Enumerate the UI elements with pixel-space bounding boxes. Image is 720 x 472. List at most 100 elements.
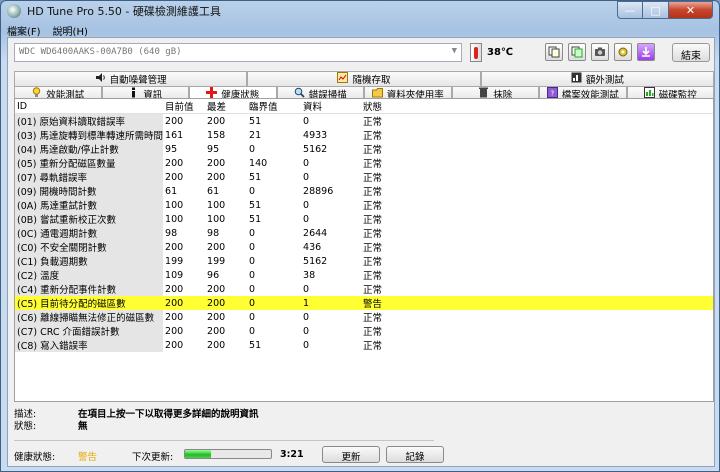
table-row[interactable]: (C0) 不安全關閉計數 200 200 0 436 正常	[15, 240, 713, 254]
cell-status: 正常	[363, 159, 383, 170]
cell-worst: 200	[207, 325, 226, 337]
copy-icon[interactable]	[545, 43, 563, 61]
cell-threshold: 51	[249, 213, 262, 225]
cell-id: (C4) 重新分配事件計數	[15, 282, 164, 296]
cell-status: 正常	[363, 327, 383, 338]
update-button[interactable]: 更新	[322, 446, 380, 463]
client-area: WDC WD6400AAKS-00A7B0 (640 gB) ▼ 38℃ 結束 …	[7, 37, 715, 467]
cell-data: 0	[303, 115, 310, 127]
cell-data: 0	[303, 325, 310, 337]
tab-random-access[interactable]: 隨機存取	[247, 71, 481, 86]
app-icon	[7, 4, 21, 18]
close-button[interactable]: ✕	[669, 1, 713, 19]
table-row[interactable]: (C8) 寫入錯誤率 200 200 51 0 正常	[15, 338, 713, 352]
table-row[interactable]: (C7) CRC 介面錯誤計數 200 200 0 0 正常	[15, 324, 713, 338]
title-bar[interactable]: HD Tune Pro 5.50 - 硬碟檢測維護工具 — □ ✕	[1, 1, 719, 21]
tab-row-top: 自動噪聲管理 隨機存取 額外測試	[14, 71, 714, 86]
cell-status: 正常	[363, 313, 383, 324]
table-row[interactable]: (0C) 通電週期計數 98 98 0 2644 正常	[15, 226, 713, 240]
app-window: HD Tune Pro 5.50 - 硬碟檢測維護工具 — □ ✕ 檔案(F) …	[0, 0, 720, 472]
col-status[interactable]: 狀態	[361, 99, 713, 114]
table-row[interactable]: (09) 開機時間計數 61 61 0 28896 正常	[15, 184, 713, 198]
cell-data: 0	[303, 171, 310, 183]
cell-worst: 200	[207, 171, 226, 183]
cell-id: (01) 原始資料讀取錯誤率	[15, 113, 164, 128]
update-progress-fill	[185, 450, 211, 458]
description-text: 在項目上按一下以取得更多詳細的說明資訊	[78, 409, 259, 420]
cell-status: 正常	[363, 257, 383, 268]
svg-text:?: ?	[550, 90, 554, 98]
cell-id: (03) 馬達旋轉到標準轉速所需時間	[15, 128, 164, 142]
menu-help[interactable]: 說明(H)	[53, 23, 88, 38]
table-row[interactable]: (C2) 溫度 109 96 0 38 正常	[15, 268, 713, 282]
cell-current: 200	[165, 283, 184, 295]
col-worst[interactable]: 最差	[205, 99, 248, 114]
smart-table: ID 目前值 最差 臨界值 資料 狀態 (01) 原始資料讀取錯誤率 200 200…	[15, 99, 713, 352]
cell-current: 61	[165, 185, 178, 197]
cell-threshold: 0	[249, 227, 256, 239]
cell-worst: 100	[207, 213, 226, 225]
tab-random-access-label: 隨機存取	[352, 75, 391, 86]
cell-status: 正常	[363, 229, 383, 240]
cell-worst: 200	[207, 157, 226, 169]
table-row[interactable]: (01) 原始資料讀取錯誤率 200 200 51 0 正常	[15, 113, 713, 128]
tab-extra-tests[interactable]: 額外測試	[480, 71, 714, 86]
window-title: HD Tune Pro 5.50 - 硬碟檢測維護工具	[27, 5, 221, 18]
cell-data: 0	[303, 213, 310, 225]
cell-id: (C7) CRC 介面錯誤計數	[15, 324, 164, 338]
cell-status: 正常	[363, 271, 383, 282]
cell-status: 正常	[363, 201, 383, 212]
col-threshold[interactable]: 臨界值	[247, 99, 302, 114]
col-current[interactable]: 目前值	[163, 99, 206, 114]
cell-threshold: 0	[249, 283, 256, 295]
cell-id: (C2) 溫度	[15, 268, 164, 282]
drive-select[interactable]: WDC WD6400AAKS-00A7B0 (640 gB) ▼	[14, 43, 462, 62]
minimize-button[interactable]: —	[617, 1, 643, 19]
download-icon[interactable]	[637, 43, 655, 61]
cell-worst: 96	[207, 269, 220, 281]
table-row[interactable]: (04) 馬達啟動/停止計數 95 95 0 5162 正常	[15, 142, 713, 156]
screenshot-icon[interactable]	[591, 43, 609, 61]
speaker-icon	[95, 72, 106, 86]
table-row[interactable]: (05) 重新分配磁區數量 200 200 140 0 正常	[15, 156, 713, 170]
table-row[interactable]: (C6) 離線掃瞄無法修正的磁區數 200 200 0 0 正常	[15, 310, 713, 324]
tab-acoustic[interactable]: 自動噪聲管理	[14, 71, 248, 86]
table-row-warning[interactable]: (C5) 目前待分配的磁區數 200 200 0 1 警告	[15, 296, 713, 310]
cell-id: (C1) 負載週期數	[15, 254, 164, 268]
drive-select-value: WDC WD6400AAKS-00A7B0 (640 gB)	[19, 47, 182, 57]
table-row[interactable]: (07) 尋軌錯誤率 200 200 51 0 正常	[15, 170, 713, 184]
col-data[interactable]: 資料	[301, 99, 362, 114]
col-id[interactable]: ID	[15, 99, 164, 114]
random-access-icon	[337, 72, 349, 86]
cell-data: 0	[303, 157, 310, 169]
table-row[interactable]: (C4) 重新分配事件計數 200 200 0 0 正常	[15, 282, 713, 296]
cell-current: 200	[165, 171, 184, 183]
options-icon[interactable]	[614, 43, 632, 61]
cell-threshold: 0	[249, 255, 256, 267]
cell-data: 28896	[303, 185, 334, 197]
table-row[interactable]: (0A) 馬達重試計數 100 100 51 0 正常	[15, 198, 713, 212]
smart-table-panel: ID 目前值 最差 臨界值 資料 狀態 (01) 原始資料讀取錯誤率 200 200…	[14, 98, 714, 402]
health-label: 健康狀態:	[14, 452, 56, 463]
table-row[interactable]: (0B) 嘗試重新校正次數 100 100 51 0 正常	[15, 212, 713, 226]
exit-button[interactable]: 結束	[672, 43, 710, 62]
cell-current: 199	[165, 255, 184, 267]
cell-threshold: 51	[249, 199, 262, 211]
maximize-button[interactable]: □	[643, 1, 669, 19]
cell-status: 正常	[363, 131, 383, 142]
table-row[interactable]: (03) 馬達旋轉到標準轉速所需時間 161 158 21 4933 正常	[15, 128, 713, 142]
cell-current: 161	[165, 129, 184, 141]
cell-current: 98	[165, 227, 178, 239]
table-row[interactable]: (C1) 負載週期數 199 199 0 5162 正常	[15, 254, 713, 268]
cell-worst: 200	[207, 115, 226, 127]
log-button[interactable]: 記錄	[386, 446, 444, 463]
cell-threshold: 0	[247, 296, 302, 310]
menu-file[interactable]: 檔案(F)	[7, 23, 41, 38]
cell-id: (C5) 目前待分配的磁區數	[15, 296, 164, 310]
cell-current: 95	[165, 143, 178, 155]
copy-info-icon[interactable]	[568, 43, 586, 61]
cell-threshold: 140	[249, 157, 268, 169]
cell-data: 1	[301, 296, 362, 310]
cell-current: 200	[165, 157, 184, 169]
cell-status: 正常	[363, 341, 383, 352]
